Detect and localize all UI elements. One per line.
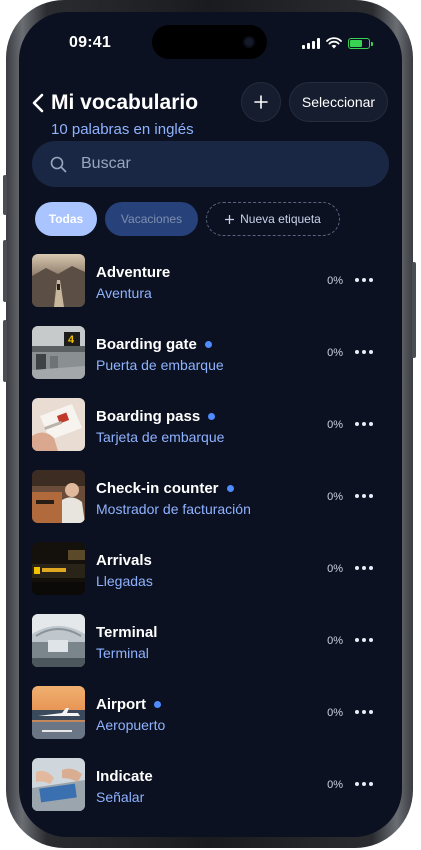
select-button[interactable]: Seleccionar	[289, 82, 388, 122]
new-word-dot	[226, 485, 234, 492]
search-bar[interactable]	[32, 141, 389, 187]
more-options-button[interactable]	[349, 486, 379, 506]
status-bar: 09:41	[19, 12, 402, 72]
more-options-button[interactable]	[349, 774, 379, 794]
volume-down-button	[3, 320, 7, 382]
new-tag-button[interactable]: Nueva etiqueta	[206, 202, 340, 236]
terminal-photo	[32, 614, 85, 667]
progress-percent: 0%	[327, 707, 343, 719]
word-translation: Señalar	[96, 789, 145, 805]
wifi-icon	[326, 37, 342, 49]
list-item[interactable]: Indicate Señalar 0%	[19, 754, 402, 814]
volume-up-button	[3, 240, 7, 302]
list-item[interactable]: Boarding pass Tarjeta de embarque 0%	[19, 394, 402, 454]
cellular-signal-icon	[302, 37, 320, 49]
search-input[interactable]	[79, 154, 353, 174]
progress-percent: 0%	[327, 563, 343, 575]
arrivals-board-photo	[32, 542, 85, 595]
word-term: Boarding pass	[96, 408, 216, 425]
power-button	[412, 262, 416, 358]
word-term: Indicate	[96, 768, 153, 785]
word-translation: Mostrador de facturación	[96, 501, 251, 517]
word-translation: Aventura	[96, 285, 152, 301]
word-term: Airport	[96, 696, 161, 713]
progress-percent: 0%	[327, 779, 343, 791]
page-title: Mi vocabulario	[51, 91, 199, 114]
dynamic-island	[152, 25, 267, 59]
landscape-photo	[32, 254, 85, 307]
filter-chip-todas[interactable]: Todas	[35, 202, 97, 236]
list-item[interactable]: Terminal Terminal 0%	[19, 610, 402, 670]
status-time: 09:41	[69, 34, 111, 51]
hands-laptop-photo	[32, 758, 85, 811]
new-word-dot	[204, 341, 212, 348]
plus-icon	[254, 95, 268, 109]
add-word-button[interactable]	[241, 82, 281, 122]
list-item[interactable]: 4 Boarding gate Puerta de embarque 0%	[19, 322, 402, 382]
progress-percent: 0%	[327, 635, 343, 647]
new-tag-label: Nueva etiqueta	[240, 212, 321, 226]
word-translation: Aeropuerto	[96, 717, 166, 733]
word-translation: Tarjeta de embarque	[96, 429, 225, 445]
word-translation: Puerta de embarque	[96, 357, 224, 373]
list-item[interactable]: Arrivals Llegadas 0%	[19, 538, 402, 598]
word-term: Check-in counter	[96, 480, 234, 497]
airport-photo	[32, 686, 85, 739]
plus-icon	[225, 214, 235, 224]
counter-photo	[32, 470, 85, 523]
new-word-dot	[154, 701, 161, 708]
word-translation: Terminal	[96, 645, 149, 661]
more-options-button[interactable]	[349, 558, 379, 578]
list-item[interactable]: Airport Aeropuerto 0%	[19, 682, 402, 742]
progress-percent: 0%	[327, 275, 343, 287]
gate-photo: 4	[32, 326, 85, 379]
more-options-button[interactable]	[349, 702, 379, 722]
progress-percent: 0%	[327, 491, 343, 503]
more-options-button[interactable]	[349, 630, 379, 650]
camera-icon	[243, 36, 255, 48]
list-item[interactable]: Adventure Aventura 0%	[19, 250, 402, 310]
list-item[interactable]: Check-in counter Mostrador de facturació…	[19, 466, 402, 526]
ticket-photo	[32, 398, 85, 451]
app-screen: 09:41 Mi vocabulario 10 palabras en ingl…	[19, 12, 402, 837]
word-term: Arrivals	[96, 552, 152, 569]
search-icon	[50, 156, 67, 172]
svg-text:4: 4	[68, 334, 75, 346]
word-term: Terminal	[96, 624, 158, 641]
progress-percent: 0%	[327, 347, 343, 359]
word-term: Adventure	[96, 264, 171, 281]
more-options-button[interactable]	[349, 342, 379, 362]
back-button[interactable]	[31, 92, 51, 116]
new-word-dot	[208, 413, 216, 420]
word-term: Boarding gate	[96, 336, 212, 353]
battery-charging-icon	[348, 37, 373, 49]
word-translation: Llegadas	[96, 573, 153, 589]
progress-percent: 0%	[327, 419, 343, 431]
filter-chips: Todas Vacaciones Nueva etiqueta	[35, 202, 340, 236]
action-button	[3, 175, 7, 215]
chevron-left-icon	[32, 93, 44, 113]
word-count-subtitle: 10 palabras en inglés	[51, 121, 194, 138]
more-options-button[interactable]	[349, 414, 379, 434]
status-icons	[302, 37, 373, 49]
filter-chip-vacaciones[interactable]: Vacaciones	[105, 202, 198, 236]
more-options-button[interactable]	[349, 270, 379, 290]
